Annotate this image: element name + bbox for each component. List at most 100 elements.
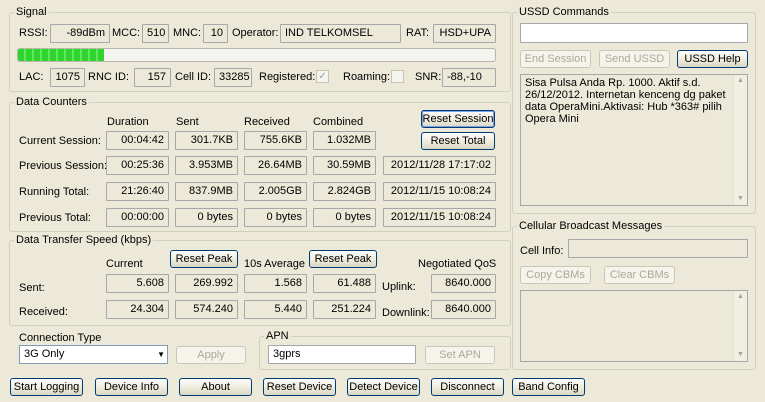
- reset-session-button[interactable]: Reset Session: [421, 110, 495, 128]
- snr-label: SNR:: [415, 71, 442, 83]
- row-running-total-label: Running Total:: [19, 186, 90, 198]
- ussd-legend: USSD Commands: [519, 6, 609, 18]
- rssi-label: RSSI:: [19, 27, 48, 39]
- lac-label: LAC:: [19, 71, 44, 83]
- start-logging-button[interactable]: Start Logging: [10, 378, 83, 396]
- ussd-scrollbar[interactable]: ▲ ▼: [733, 75, 747, 205]
- mnc-value: 10: [203, 24, 228, 43]
- current-combined: 1.032MB: [313, 131, 376, 150]
- cbm-messages-area[interactable]: ▲ ▼: [520, 290, 748, 362]
- send-ussd-button[interactable]: Send USSD: [599, 50, 670, 68]
- ussd-help-button[interactable]: USSD Help: [677, 50, 748, 68]
- operator-value: IND TELKOMSEL: [280, 24, 401, 43]
- received-peak-average: 251.224: [313, 300, 376, 319]
- sent-peak-average: 61.488: [313, 274, 376, 293]
- device-info-button[interactable]: Device Info: [95, 378, 168, 396]
- cbm-legend: Cellular Broadcast Messages: [519, 220, 663, 232]
- rat-value: HSD+UPA: [433, 24, 496, 43]
- current-received: 755.6KB: [244, 131, 307, 150]
- signal-strength-fill: [18, 49, 104, 61]
- copy-cbms-button[interactable]: Copy CBMs: [520, 266, 591, 284]
- speed-avg-label: 10s Average: [244, 258, 305, 270]
- cell-info-value: [568, 239, 748, 258]
- downlink-qos: 8640.000: [431, 300, 496, 319]
- prev-session-sent: 3.953MB: [175, 156, 238, 175]
- roaming-checkbox[interactable]: [391, 70, 404, 83]
- downlink-label: Downlink:: [382, 307, 430, 319]
- uplink-label: Uplink:: [382, 281, 416, 293]
- rnc-value: 157: [134, 68, 171, 87]
- signal-legend: Signal: [16, 6, 47, 18]
- received-peak: 574.240: [175, 300, 238, 319]
- speed-sent-label: Sent:: [19, 282, 45, 294]
- scroll-up-icon[interactable]: ▲: [734, 75, 747, 87]
- rnc-label: RNC ID:: [88, 71, 129, 83]
- speed-current-label: Current: [106, 258, 143, 270]
- running-total-duration: 21:26:40: [106, 182, 169, 201]
- running-total-received: 2.005GB: [244, 182, 307, 201]
- reset-device-button[interactable]: Reset Device: [263, 378, 336, 396]
- cellid-value: 33285: [214, 68, 252, 87]
- uplink-qos: 8640.000: [431, 274, 496, 293]
- chevron-down-icon: ▼: [157, 350, 165, 359]
- prev-total-sent: 0 bytes: [175, 208, 238, 227]
- prev-session-stamp: 2012/11/28 17:17:02: [383, 156, 496, 175]
- about-button[interactable]: About: [179, 378, 252, 396]
- running-total-stamp: 2012/11/15 10:08:24: [383, 182, 496, 201]
- apn-input[interactable]: 3gprs: [268, 345, 416, 364]
- mcc-label: MCC:: [112, 27, 141, 39]
- scroll-down-icon[interactable]: ▼: [734, 349, 747, 361]
- received-average: 5.440: [244, 300, 307, 319]
- detect-device-button[interactable]: Detect Device: [347, 378, 420, 396]
- col-sent: Sent: [176, 116, 199, 128]
- prev-session-received: 26.64MB: [244, 156, 307, 175]
- registered-label: Registered:: [259, 71, 316, 83]
- connection-type-label: Connection Type: [19, 332, 102, 344]
- set-apn-button[interactable]: Set APN: [425, 346, 495, 364]
- current-duration: 00:04:42: [106, 131, 169, 150]
- rssi-value: -89dBm: [50, 24, 110, 43]
- clear-cbms-button[interactable]: Clear CBMs: [604, 266, 675, 284]
- reset-peak-button[interactable]: Reset Peak: [170, 250, 238, 268]
- ussd-response-text: Sisa Pulsa Anda Rp. 1000. Aktif s.d. 26/…: [525, 77, 726, 125]
- prev-total-combined: 0 bytes: [313, 208, 376, 227]
- prev-total-received: 0 bytes: [244, 208, 307, 227]
- ussd-response-area[interactable]: Sisa Pulsa Anda Rp. 1000. Aktif s.d. 26/…: [520, 74, 748, 206]
- apn-legend: APN: [266, 330, 289, 342]
- current-sent: 301.7KB: [175, 131, 238, 150]
- row-previous-total-label: Previous Total:: [19, 212, 91, 224]
- operator-label: Operator:: [232, 27, 279, 39]
- prev-total-duration: 00:00:00: [106, 208, 169, 227]
- end-session-button[interactable]: End Session: [520, 50, 591, 68]
- connection-type-select[interactable]: 3G Only ▼: [19, 345, 168, 364]
- reset-total-button[interactable]: Reset Total: [421, 132, 495, 150]
- sent-peak: 269.992: [175, 274, 238, 293]
- speed-legend: Data Transfer Speed (kbps): [16, 234, 152, 246]
- disconnect-button[interactable]: Disconnect: [431, 378, 504, 396]
- apply-button[interactable]: Apply: [176, 346, 246, 364]
- cbm-scrollbar[interactable]: ▲ ▼: [733, 291, 747, 361]
- sent-average: 1.568: [244, 274, 307, 293]
- lac-value: 1075: [50, 68, 85, 87]
- cell-info-label: Cell Info:: [520, 245, 564, 257]
- scroll-up-icon[interactable]: ▲: [734, 291, 747, 303]
- row-current-label: Current Session:: [19, 135, 101, 147]
- prev-total-stamp: 2012/11/15 10:08:24: [383, 208, 496, 227]
- col-duration: Duration: [107, 116, 149, 128]
- col-received: Received: [244, 116, 290, 128]
- band-config-button[interactable]: Band Config: [512, 378, 585, 396]
- reset-peak-avg-button[interactable]: Reset Peak: [309, 250, 377, 268]
- scroll-down-icon[interactable]: ▼: [734, 193, 747, 205]
- speed-received-label: Received:: [19, 306, 68, 318]
- mnc-label: MNC:: [173, 27, 202, 39]
- ussd-input[interactable]: [520, 23, 748, 43]
- speed-qos-label: Negotiated QoS: [418, 258, 497, 270]
- mcc-value: 510: [142, 24, 169, 43]
- registered-checkbox[interactable]: ✓: [316, 70, 329, 83]
- sent-current: 5.608: [106, 274, 169, 293]
- cellid-label: Cell ID:: [175, 71, 212, 83]
- connection-type-value: 3G Only: [24, 348, 65, 360]
- roaming-label: Roaming:: [343, 71, 391, 83]
- prev-session-combined: 30.59MB: [313, 156, 376, 175]
- rat-label: RAT:: [406, 27, 430, 39]
